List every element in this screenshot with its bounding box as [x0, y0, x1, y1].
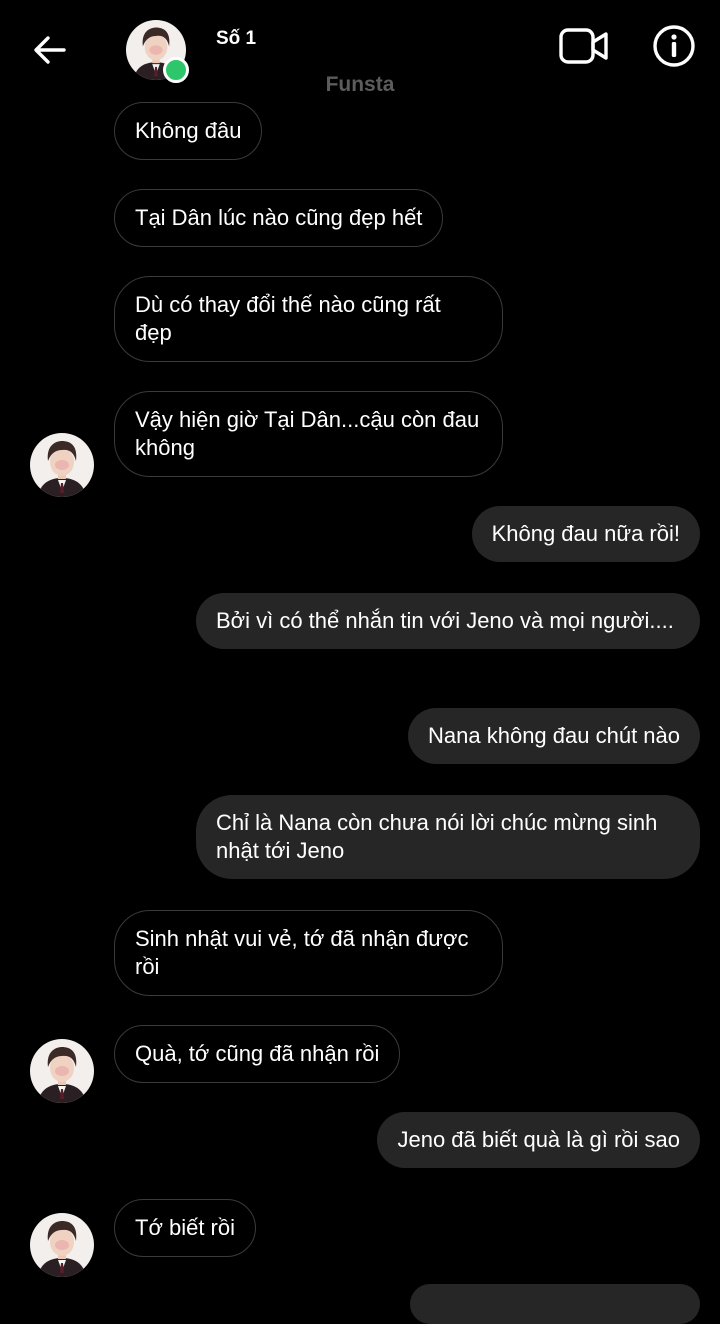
sender-avatar[interactable] — [30, 1039, 94, 1103]
sender-avatar[interactable] — [30, 1213, 94, 1277]
message-outgoing[interactable]: Không đau nữa rồi! — [471, 506, 700, 562]
message-incoming[interactable]: Tại Dân lúc nào cũng đẹp hết — [114, 189, 444, 247]
sender-avatar[interactable] — [30, 433, 94, 497]
message-outgoing[interactable]: Chỉ là Nana còn chưa nói lời chúc mừng s… — [196, 795, 700, 879]
message-incoming[interactable]: Sinh nhật vui vẻ, tớ đã nhận được rồi — [114, 910, 503, 996]
message-outgoing-partial[interactable] — [410, 1284, 700, 1324]
contact-name[interactable]: Số 1 — [216, 28, 256, 50]
message-outgoing[interactable]: Jeno đã biết quà là gì rồi sao — [377, 1112, 700, 1168]
video-call-icon[interactable] — [558, 26, 610, 66]
chat-header: Số 1 Funsta — [0, 0, 720, 100]
message-outgoing[interactable]: Nana không đau chút nào — [408, 708, 700, 764]
message-incoming[interactable]: Dù có thay đổi thế nào cũng rất đẹp — [114, 276, 503, 362]
message-incoming[interactable]: Tớ biết rồi — [114, 1199, 257, 1257]
back-arrow-icon[interactable] — [30, 30, 70, 70]
message-incoming[interactable]: Vậy hiện giờ Tại Dân...cậu còn đau không — [114, 391, 503, 477]
conversation-subtitle: Funsta — [325, 73, 395, 96]
message-incoming[interactable]: Quà, tớ cũng đã nhận rồi — [114, 1025, 401, 1083]
message-incoming[interactable]: Không đâu — [114, 102, 263, 160]
info-icon[interactable] — [652, 24, 696, 68]
message-outgoing[interactable]: Bởi vì có thể nhắn tin với Jeno và mọi n… — [196, 593, 700, 649]
